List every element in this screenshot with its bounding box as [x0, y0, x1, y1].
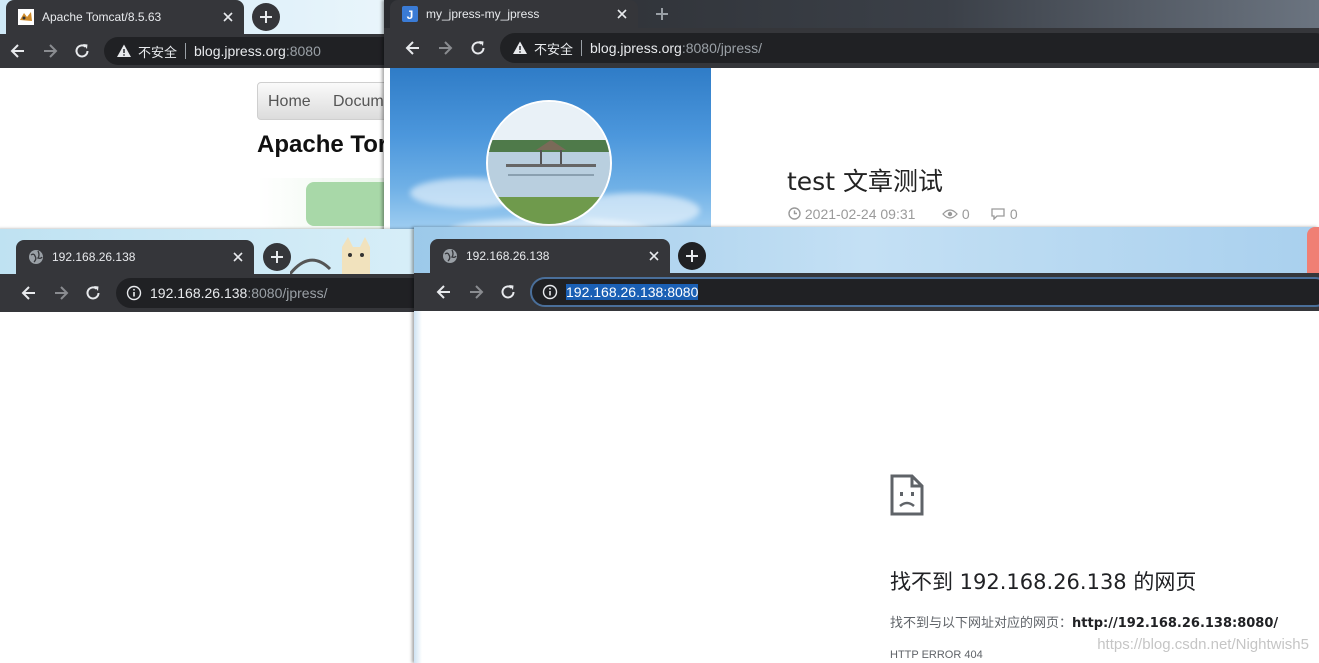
url-text: blog.jpress.org:8080	[194, 43, 321, 59]
blog-avatar[interactable]	[486, 100, 612, 226]
tab-strip: 192.168.26.138	[414, 227, 1319, 287]
tab-title: 192.168.26.138	[466, 249, 550, 263]
tab-title: 192.168.26.138	[52, 250, 136, 264]
tomcat-window: Apache Tomcat/8.5.63 不安全 blog.jpress.org…	[0, 0, 390, 240]
back-arrow-icon[interactable]	[19, 283, 39, 303]
toolbar: 不安全 blog.jpress.org:8080	[0, 34, 390, 68]
ip-jpress-window: 192.168.26.138 192.168.26.138:8080/jpres…	[0, 229, 420, 663]
error-title: 找不到 192.168.26.138 的网页	[890, 570, 1197, 594]
close-icon[interactable]	[232, 251, 244, 263]
error-code: HTTP ERROR 404	[890, 649, 983, 661]
eye-icon	[942, 209, 958, 219]
divider	[185, 43, 187, 59]
toolbar: 192.168.26.138:8080	[414, 273, 1319, 311]
forward-arrow-icon[interactable]	[40, 41, 60, 61]
new-tab-button[interactable]	[252, 3, 280, 31]
cat-wallpaper-icon	[290, 237, 370, 274]
tab-ip-root[interactable]: 192.168.26.138	[430, 239, 670, 273]
url-text: 192.168.26.138:8080/jpress/	[150, 285, 328, 301]
error-description: 找不到与以下网址对应的网页：http://192.168.26.138:8080…	[890, 616, 1279, 631]
close-icon[interactable]	[648, 250, 660, 262]
address-bar[interactable]: 不安全 blog.jpress.org:8080/jpress/	[500, 33, 1319, 63]
tab-title: Apache Tomcat/8.5.63	[42, 10, 162, 24]
toolbar: 不安全 blog.jpress.org:8080/jpress/	[384, 28, 1319, 68]
error-url: http://192.168.26.138:8080/	[1072, 616, 1279, 631]
nav-docs-link[interactable]: Docum	[333, 93, 384, 111]
address-bar[interactable]: 192.168.26.138:8080	[530, 277, 1319, 307]
url-text-selected[interactable]: 192.168.26.138:8080	[566, 284, 699, 300]
back-arrow-icon[interactable]	[8, 41, 28, 61]
close-icon[interactable]	[616, 8, 628, 20]
tab-strip: Apache Tomcat/8.5.63	[0, 0, 390, 34]
ip-root-window: 192.168.26.138 192.168.26.138:8080 找不到 1…	[414, 227, 1319, 663]
jpress-favicon-icon: J	[402, 6, 418, 22]
post-title[interactable]: test 文章测试	[787, 162, 943, 198]
warning-icon	[117, 44, 131, 57]
left-edge-bar	[414, 311, 422, 663]
tab-title: my_jpress-my_jpress	[426, 7, 540, 21]
address-bar[interactable]: 不安全 blog.jpress.org:8080	[104, 37, 390, 65]
warning-icon	[513, 41, 527, 54]
reload-icon[interactable]	[83, 283, 103, 303]
forward-arrow-icon[interactable]	[466, 282, 486, 302]
new-tab-button[interactable]	[648, 0, 676, 28]
jpress-window: J my_jpress-my_jpress 不安全 blog.jpress.or…	[384, 0, 1319, 245]
clock-icon	[788, 207, 801, 220]
reload-icon[interactable]	[468, 38, 488, 58]
tomcat-nav-bar: Home Docum	[257, 82, 390, 120]
forward-arrow-icon[interactable]	[51, 283, 71, 303]
security-label: 不安全	[138, 45, 178, 61]
comment-icon	[991, 208, 1005, 221]
post-date: 2021-02-24 09:31	[788, 206, 915, 222]
divider	[581, 40, 583, 56]
close-icon[interactable]	[222, 11, 234, 23]
url-text: blog.jpress.org:8080/jpress/	[590, 40, 763, 56]
reload-icon[interactable]	[72, 41, 92, 61]
back-arrow-icon[interactable]	[403, 38, 423, 58]
globe-icon	[28, 249, 44, 265]
tab-strip: 192.168.26.138	[0, 229, 420, 274]
tomcat-favicon-icon	[18, 9, 34, 25]
watermark: https://blog.csdn.net/Nightwish5	[1097, 636, 1309, 653]
tab-jpress[interactable]: J my_jpress-my_jpress	[390, 0, 638, 28]
sad-document-icon	[890, 474, 924, 516]
toolbar: 192.168.26.138:8080/jpress/	[0, 274, 420, 312]
tomcat-green-box	[306, 182, 390, 226]
forward-arrow-icon[interactable]	[435, 38, 455, 58]
tab-ip-jpress[interactable]: 192.168.26.138	[16, 240, 254, 274]
error-page	[414, 311, 1319, 663]
svg-text:J: J	[407, 8, 414, 22]
new-tab-button[interactable]	[263, 243, 291, 271]
security-label: 不安全	[534, 42, 574, 58]
new-tab-button[interactable]	[678, 242, 706, 270]
tab-strip: J my_jpress-my_jpress	[384, 0, 1319, 28]
reload-icon[interactable]	[498, 282, 518, 302]
blank-page	[0, 312, 420, 663]
info-icon	[542, 284, 558, 300]
tab-tomcat[interactable]: Apache Tomcat/8.5.63	[6, 0, 244, 34]
info-icon	[126, 285, 142, 301]
address-bar[interactable]: 192.168.26.138:8080/jpress/	[116, 278, 420, 308]
globe-icon	[442, 248, 458, 264]
back-arrow-icon[interactable]	[434, 282, 454, 302]
post-comments: 0	[990, 206, 1018, 222]
post-views: 0	[942, 206, 970, 222]
tomcat-heading: Apache Tor	[257, 131, 388, 158]
nav-home-link[interactable]: Home	[268, 93, 311, 111]
